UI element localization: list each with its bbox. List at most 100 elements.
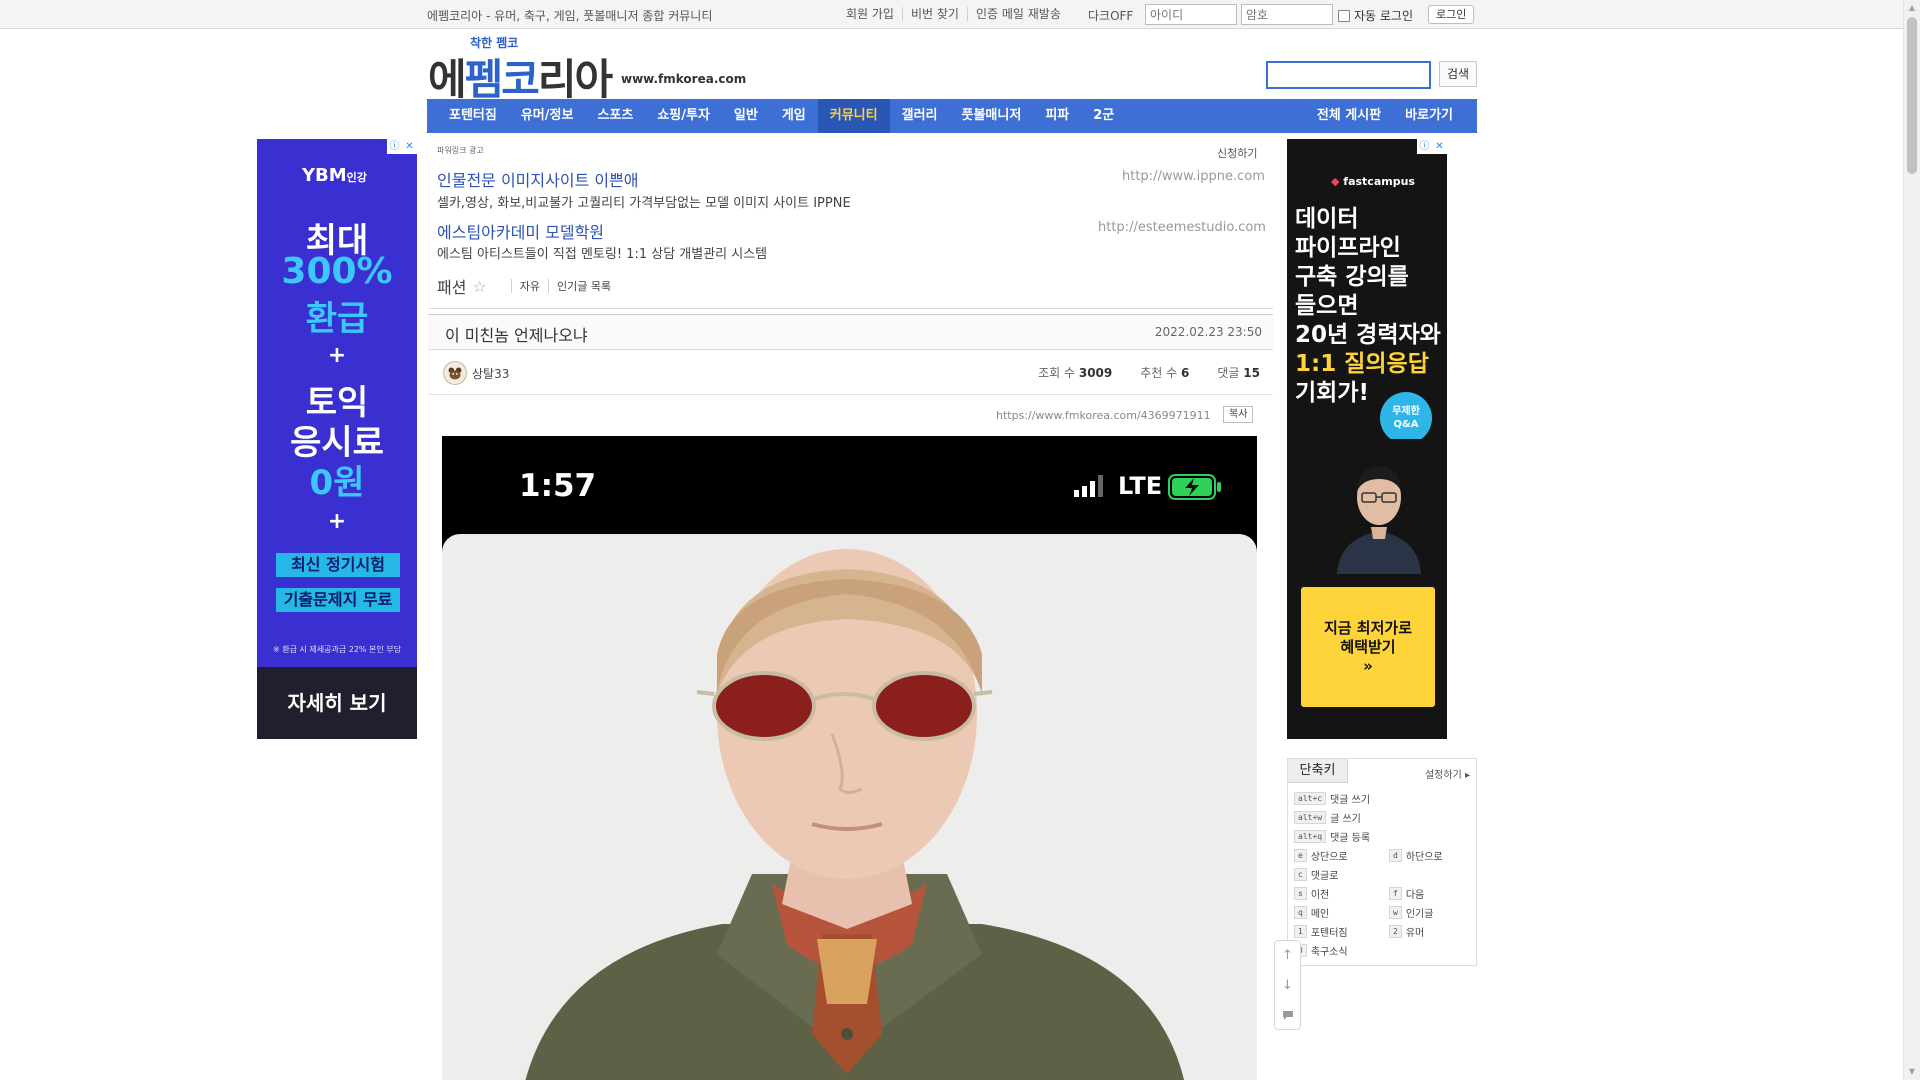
- nav-item-humor[interactable]: 유머/정보: [509, 99, 586, 133]
- powerlink-apply-link[interactable]: 신청하기: [1217, 145, 1257, 161]
- shortcut-key: s: [1294, 887, 1307, 900]
- logo-url: www.fmkorea.com: [621, 72, 747, 86]
- nav-all-boards[interactable]: 전체 게시판: [1305, 99, 1393, 133]
- board-name[interactable]: 패션: [437, 274, 466, 298]
- left-banner-ad[interactable]: ⓘ ✕ YBM인강 최대 300% 환급 + 토익 응시료 0원 + 최신 정기…: [257, 139, 417, 739]
- username-input[interactable]: [1145, 4, 1237, 25]
- nav-shortcuts[interactable]: 바로가기: [1393, 99, 1465, 133]
- shortcut-key: w: [1389, 906, 1402, 919]
- shortcut-tab[interactable]: 단축키: [1288, 759, 1348, 783]
- ad-controls: ⓘ ✕: [1417, 139, 1447, 154]
- shortcut-key: f: [1389, 887, 1402, 900]
- floating-nav: ↑ ↓: [1274, 940, 1301, 1030]
- shortcut-item: f 다음: [1389, 886, 1424, 901]
- nav-item-sports[interactable]: 스포츠: [585, 99, 645, 133]
- ad-cta-button[interactable]: 자세히 보기: [257, 667, 417, 739]
- powerlink-url[interactable]: http://esteemestudio.com: [1098, 220, 1266, 235]
- article-permalink[interactable]: https://www.fmkorea.com/4369971911: [996, 409, 1211, 422]
- shortcut-label: 하단으로: [1405, 852, 1443, 863]
- scroll-bottom-arrow-icon[interactable]: ↓: [1275, 971, 1300, 1001]
- right-banner-ad[interactable]: ⓘ ✕ ◆ fastcampus 데이터 파이프라인 구축 강의를 들으면 20…: [1287, 139, 1447, 739]
- shortcut-item: q 메인: [1294, 905, 1329, 920]
- auto-login[interactable]: 자동 로그인: [1338, 7, 1413, 24]
- battery-charging-icon: [1168, 474, 1221, 500]
- nav-item-community[interactable]: 커뮤니티: [817, 99, 890, 133]
- shortcut-label: 댓글 등록: [1330, 833, 1371, 844]
- dark-mode-toggle[interactable]: 다크OFF: [1088, 7, 1133, 24]
- search-button[interactable]: 검색: [1439, 61, 1477, 87]
- nav-item-poten[interactable]: 포텐터짐: [437, 99, 509, 133]
- shortcut-label: 상단으로: [1310, 852, 1348, 863]
- ad-cta-button[interactable]: 지금 최저가로 혜택받기 »: [1301, 587, 1435, 707]
- powerlink-desc: 에스팀 아티스트들이 직접 멘토링! 1:1 상담 개별관리 시스템: [437, 247, 768, 262]
- ad-info-icon[interactable]: ⓘ: [1417, 139, 1432, 154]
- divider: [548, 279, 550, 293]
- copy-link-button[interactable]: 복사: [1223, 406, 1254, 423]
- powerlink-desc: 셀카,영상, 화보,비교불가 고퀄리티 가격부담없는 모델 이미지 사이트 IP…: [437, 196, 851, 211]
- ad-close-icon[interactable]: ✕: [402, 139, 417, 154]
- shortcut-item: 3축구소식: [1294, 943, 1348, 958]
- search-input[interactable]: [1266, 61, 1431, 89]
- shortcut-label: 메인: [1310, 909, 1330, 920]
- nav-item-football-manager[interactable]: 풋볼매니저: [950, 99, 1034, 133]
- author-avatar[interactable]: [443, 361, 467, 385]
- nav-item-2gun[interactable]: 2군: [1081, 99, 1126, 133]
- shortcut-panel: 단축키 설정하기 ▸ alt+c 댓글 쓰기 alt+w 글 쓰기 alt+q 댓글 …: [1287, 758, 1477, 966]
- nav-item-general[interactable]: 일반: [722, 99, 770, 133]
- shortcut-settings-link[interactable]: 설정하기 ▸: [1425, 766, 1470, 781]
- shortcut-label: 축구소식: [1310, 947, 1348, 958]
- password-input[interactable]: [1241, 4, 1333, 25]
- board-link-popular[interactable]: 인기글 목록: [557, 278, 611, 294]
- author-name[interactable]: 상탈33: [472, 365, 509, 382]
- article-title: 이 미친놈 언제나오냐: [445, 326, 588, 345]
- auto-login-checkbox[interactable]: [1338, 9, 1350, 22]
- nav-item-shopping[interactable]: 쇼핑/투자: [645, 99, 722, 133]
- nav-item-fifa[interactable]: 피파: [1033, 99, 1081, 133]
- ad-box-text: 기출문제지 무료: [276, 588, 400, 612]
- nav-item-gallery[interactable]: 갤러리: [890, 99, 950, 133]
- board-link-free[interactable]: 자유: [520, 278, 540, 294]
- divider: [510, 279, 512, 293]
- shortcut-item: alt+q 댓글 등록: [1294, 829, 1370, 844]
- page-scrollbar[interactable]: ▲ ▼: [1903, 0, 1920, 1080]
- ad-headline: 데이터 파이프라인 구축 강의를 들으면 20년 경력자와 1:1 질의응답 기…: [1295, 206, 1441, 406]
- logo-wordmark: 에펨코리아: [428, 55, 613, 104]
- favorite-star-icon[interactable]: ☆: [472, 277, 486, 296]
- article-header: 이 미친놈 언제나오냐 2022.02.23 23:50: [428, 314, 1273, 350]
- phone-status-time: 1:57: [519, 468, 597, 504]
- shortcut-key: alt+q: [1294, 830, 1327, 843]
- shortcut-key: 2: [1389, 925, 1402, 938]
- powerlink-url[interactable]: http://www.ippne.com: [1122, 169, 1265, 184]
- signup-link[interactable]: 회원 가입: [838, 7, 902, 21]
- article-image: 1:57 LTE: [442, 436, 1257, 1080]
- shortcut-key: alt+w: [1294, 811, 1327, 824]
- ad-text: 0원: [309, 463, 365, 503]
- ad-info-icon[interactable]: ⓘ: [387, 139, 402, 154]
- scrollbar-thumb[interactable]: [1907, 17, 1917, 174]
- shortcut-label: 댓글로: [1310, 871, 1339, 882]
- shortcut-key: 1: [1294, 925, 1307, 938]
- shortcut-item: alt+w 글 쓰기: [1294, 810, 1361, 825]
- ad-note: ※ 환급 시 제세공과금 22% 본인 부담: [272, 645, 402, 654]
- find-password-link[interactable]: 비번 찾기: [901, 7, 967, 21]
- powerlink-title[interactable]: 인물전문 이미지사이트 이쁜애: [437, 167, 639, 191]
- shortcut-label: 이전: [1310, 890, 1330, 901]
- scroll-up-arrow-icon[interactable]: ▲: [1904, 0, 1920, 16]
- ad-text: +: [327, 509, 347, 534]
- powerlink-title[interactable]: 에스팀아카데미 모델학원: [437, 219, 604, 243]
- shortcut-key: alt+c: [1294, 792, 1327, 805]
- shortcut-item: 1 포텐터짐: [1294, 924, 1348, 939]
- resend-verification-link[interactable]: 인증 메일 재발송: [966, 7, 1069, 21]
- login-button[interactable]: 로그인: [1428, 5, 1475, 24]
- top-utility-bar: 에펨코리아 - 유머, 축구, 게임, 풋볼매니저 종합 커뮤니티 회원 가입 …: [0, 0, 1903, 29]
- scroll-top-arrow-icon[interactable]: ↑: [1275, 941, 1300, 971]
- shortcut-item: s 이전: [1294, 886, 1329, 901]
- comment-bubble-icon[interactable]: [1275, 1001, 1300, 1031]
- ad-close-icon[interactable]: ✕: [1432, 139, 1447, 154]
- ad-qa-badge: 무제한 Q&A: [1380, 392, 1432, 444]
- phone-status-network: LTE: [1118, 472, 1163, 500]
- scroll-down-arrow-icon[interactable]: ▼: [1904, 1064, 1920, 1080]
- board-header: 패션 ☆ 자유 인기글 목록: [437, 274, 611, 298]
- nav-item-game[interactable]: 게임: [770, 99, 818, 133]
- ad-controls: ⓘ ✕: [387, 139, 417, 154]
